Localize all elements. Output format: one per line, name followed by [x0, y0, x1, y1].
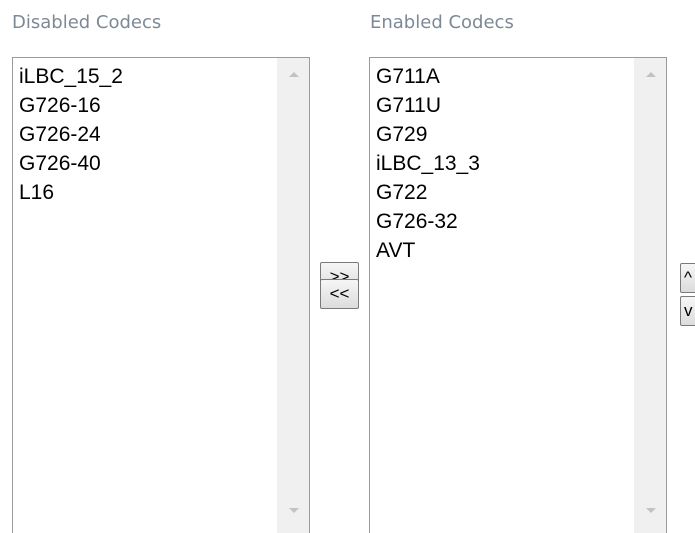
disabled-codecs-heading: Disabled Codecs [12, 12, 162, 33]
enabled-codecs-items: G711A G711U G729 iLBC_13_3 G722 G726-32 … [370, 62, 634, 265]
enabled-codecs-list[interactable]: G711A G711U G729 iLBC_13_3 G722 G726-32 … [369, 57, 667, 533]
scroll-down-arrow-icon[interactable] [645, 508, 656, 513]
disabled-codecs-items: iLBC_15_2 G726-16 G726-24 G726-40 L16 [13, 62, 277, 207]
move-up-button[interactable]: ^ [680, 263, 695, 293]
list-item[interactable]: G711U [370, 91, 634, 120]
list-item[interactable]: iLBC_15_2 [13, 62, 277, 91]
list-item[interactable]: L16 [13, 178, 277, 207]
disable-codec-button[interactable]: << [320, 279, 359, 309]
list-item[interactable]: G711A [370, 62, 634, 91]
disabled-list-scrollbar[interactable] [277, 58, 309, 533]
list-item[interactable]: G726-24 [13, 120, 277, 149]
list-item[interactable]: AVT [370, 236, 634, 265]
enabled-codecs-heading: Enabled Codecs [370, 12, 514, 33]
disabled-codecs-list[interactable]: iLBC_15_2 G726-16 G726-24 G726-40 L16 [12, 57, 310, 533]
scroll-up-arrow-icon[interactable] [645, 72, 656, 77]
scroll-up-arrow-icon[interactable] [288, 72, 299, 77]
list-item[interactable]: G722 [370, 178, 634, 207]
list-item[interactable]: G726-40 [13, 149, 277, 178]
list-item[interactable]: iLBC_13_3 [370, 149, 634, 178]
move-down-button[interactable]: v [680, 296, 695, 326]
scroll-down-arrow-icon[interactable] [288, 508, 299, 513]
list-item[interactable]: G726-32 [370, 207, 634, 236]
list-item[interactable]: G726-16 [13, 91, 277, 120]
enabled-list-scrollbar[interactable] [634, 58, 666, 533]
list-item[interactable]: G729 [370, 120, 634, 149]
